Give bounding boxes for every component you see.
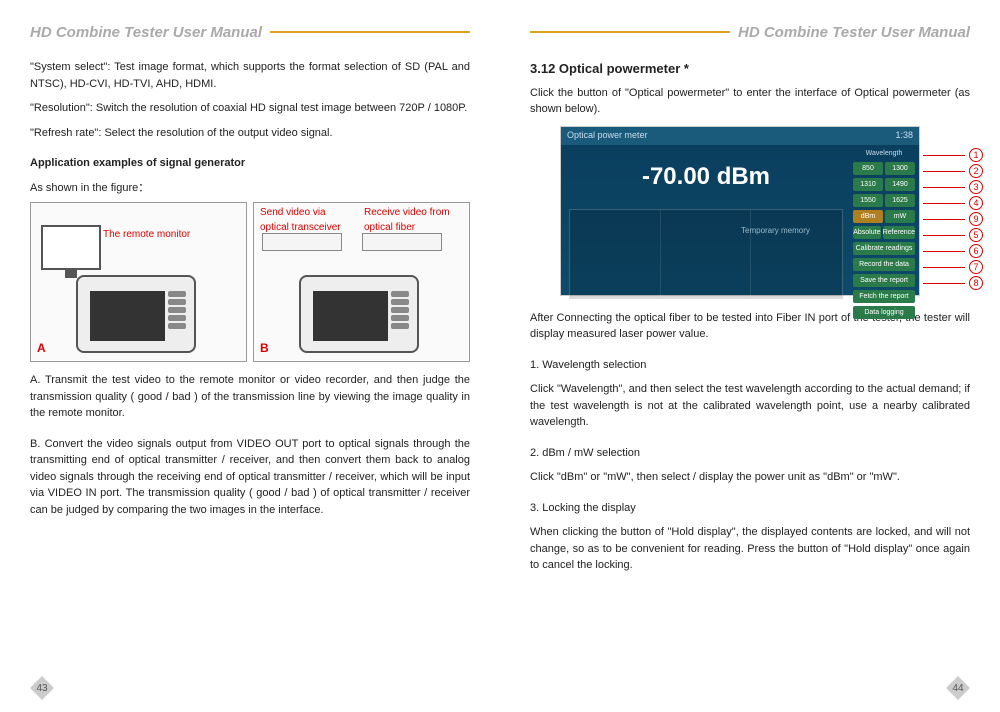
wavelength-row-3[interactable]: 15501625 [853, 194, 915, 207]
s1-title: 1. Wavelength selection [530, 357, 970, 374]
wavelength-label: Wavelength [853, 149, 915, 159]
opm-side-panel: Wavelength 8501300 13101490 15501625 dBm… [853, 149, 915, 319]
monitor-stand [65, 270, 77, 278]
opm-window-title: Optical power meter [567, 129, 648, 143]
transceiver-recv [362, 233, 442, 251]
wavelength-row-1[interactable]: 8501300 [853, 162, 915, 175]
page-number-right: 44 [946, 676, 970, 700]
s3-title: 3. Locking the display [530, 500, 970, 517]
callout-7: 7 [923, 261, 983, 274]
s3-body: When clicking the button of "Hold displa… [530, 524, 970, 574]
tester-buttons-b [391, 291, 413, 331]
tester-device-a [76, 275, 196, 353]
header-right: HD Combine Tester User Manual [530, 20, 970, 44]
callout-1: 1 [923, 149, 983, 162]
subsection-unit: 2. dBm / mW selection Click "dBm" or "mW… [530, 445, 970, 486]
mode-row[interactable]: AbsoluteReference [853, 226, 915, 239]
unit-row[interactable]: dBmmW [853, 210, 915, 223]
diagram-label-a: A [37, 339, 46, 357]
subsection-wavelength: 1. Wavelength selection Click "Wavelengt… [530, 357, 970, 431]
transceiver-send [262, 233, 342, 251]
para-resolution: "Resolution": Switch the resolution of c… [30, 100, 470, 117]
callout-5: 5 [923, 229, 983, 242]
send-video-label: Send video via optical transceiver [260, 205, 350, 235]
opm-time: 1:38 [895, 129, 913, 143]
record-data-button[interactable]: Record the data [853, 258, 915, 271]
diagram-b: Send video via optical transceiver Recei… [253, 202, 470, 362]
header-title: HD Combine Tester User Manual [30, 24, 262, 41]
callouts: 1 2 3 4 9 5 6 7 8 [923, 149, 983, 290]
wavelength-row-2[interactable]: 13101490 [853, 178, 915, 191]
para-b: B. Convert the video signals output from… [30, 436, 470, 519]
callout-6: 6 [923, 245, 983, 258]
recv-video-label: Receive video from optical fiber [364, 205, 454, 235]
callout-2: 2 [923, 165, 983, 178]
s2-title: 2. dBm / mW selection [530, 445, 970, 462]
page-number-text: 43 [36, 683, 47, 694]
opm-reading: -70.00 dBm [561, 145, 851, 209]
save-report-button[interactable]: Save the report [853, 274, 915, 287]
header-title-r: HD Combine Tester User Manual [738, 24, 970, 41]
diagram-a: The remote monitor A [30, 202, 247, 362]
callout-9: 9 [923, 213, 983, 226]
content-left: "System select": Test image format, whic… [30, 59, 470, 518]
s2-body: Click "dBm" or "mW", then select / displ… [530, 469, 970, 486]
opm-screenshot: Optical power meter 1:38 -70.00 dBm Temp… [560, 126, 920, 296]
header-rule [270, 31, 470, 33]
data-logging-button[interactable]: Data logging [853, 306, 915, 319]
opm-main-area: -70.00 dBm Temporary memory [561, 145, 851, 299]
section-title-opm: 3.12 Optical powermeter * [530, 59, 970, 79]
opm-temp-memory-label: Temporary memory [741, 225, 810, 237]
s1-body: Click "Wavelength", and then select the … [530, 381, 970, 431]
page-number-left: 43 [30, 676, 54, 700]
callout-3: 3 [923, 181, 983, 194]
para-refresh-rate: "Refresh rate": Select the resolution of… [30, 125, 470, 142]
monitor-icon [41, 225, 101, 270]
app-examples-title: Application examples of signal generator [30, 155, 470, 172]
subsection-lock: 3. Locking the display When clicking the… [530, 500, 970, 574]
diagram-row: The remote monitor A Send video via opti… [30, 202, 470, 362]
callout-8: 8 [923, 277, 983, 290]
tester-screen-b [313, 291, 388, 341]
diagram-label-b: B [260, 339, 269, 357]
app-examples-intro: As shown in the figure： [30, 180, 470, 197]
header-left: HD Combine Tester User Manual [30, 20, 470, 44]
header-rule-r [530, 31, 730, 33]
tester-screen [90, 291, 165, 341]
para-a: A. Transmit the test video to the remote… [30, 372, 470, 422]
callout-4: 4 [923, 197, 983, 210]
content-right: 3.12 Optical powermeter * Click the butt… [530, 59, 970, 574]
page-number-text-r: 44 [952, 683, 963, 694]
opm-intro: Click the button of "Optical powermeter"… [530, 85, 970, 118]
para-system-select: "System select": Test image format, whic… [30, 59, 470, 92]
fetch-report-button[interactable]: Fetch the report [853, 290, 915, 303]
page-right: HD Combine Tester User Manual 3.12 Optic… [500, 0, 1000, 712]
remote-monitor-label: The remote monitor [103, 227, 190, 242]
opm-window-header: Optical power meter 1:38 [561, 127, 919, 145]
tester-buttons [168, 291, 190, 331]
opm-chart-grid [569, 209, 843, 299]
page-left: HD Combine Tester User Manual "System se… [0, 0, 500, 712]
tester-device-b [299, 275, 419, 353]
calibrate-button[interactable]: Calibrate readings [853, 242, 915, 255]
